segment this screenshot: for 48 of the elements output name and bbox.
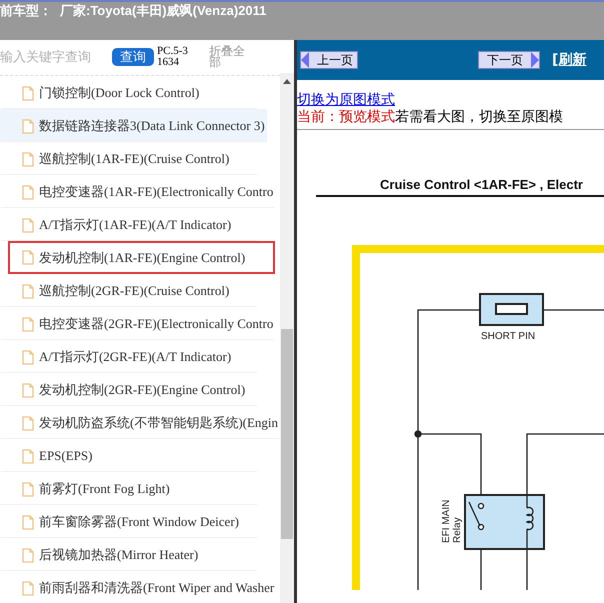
relay-type: Relay bbox=[452, 517, 463, 543]
tree-item[interactable]: A/T指示灯(1AR-FE)(A/T Indicator) bbox=[0, 208, 258, 241]
document-icon bbox=[22, 316, 34, 332]
tree-item[interactable]: 发动机控制(2GR-FE)(Engine Control) bbox=[0, 373, 258, 406]
tree-item[interactable]: EPS(EPS) bbox=[0, 439, 258, 472]
tree-item[interactable]: A/T指示灯(2GR-FE)(A/T Indicator) bbox=[0, 340, 258, 373]
document-icon bbox=[22, 184, 34, 200]
document-icon bbox=[22, 580, 34, 596]
document-icon bbox=[22, 118, 34, 134]
tree-item[interactable]: 前雾灯(Front Fog Light) bbox=[0, 472, 258, 505]
document-icon bbox=[22, 482, 34, 496]
original-mode-link[interactable]: 切换为原图模式 bbox=[297, 92, 395, 109]
tree-item[interactable]: 数据链路连接器3(Data Link Connector 3) bbox=[0, 109, 267, 142]
tree-item[interactable]: 发动机防盗系统(不带智能钥匙系统)(Engin bbox=[0, 406, 280, 439]
document-icon bbox=[22, 514, 34, 530]
document-icon bbox=[22, 152, 34, 166]
tree-item[interactable]: 发动机控制(1AR-FE)(Engine Control) bbox=[8, 241, 275, 274]
document-icon bbox=[22, 448, 34, 464]
document-icon bbox=[22, 86, 34, 100]
document-icon bbox=[22, 218, 34, 232]
tree-item[interactable]: 前雨刮器和清洗器(Front Wiper and Washer bbox=[0, 571, 276, 603]
search-button[interactable]: 查询 bbox=[112, 48, 154, 66]
car-model-label: 前车型： bbox=[0, 2, 52, 20]
current-mode-label: 当前：预览模式 bbox=[297, 110, 395, 125]
tree-item[interactable]: 巡航控制(2GR-FE)(Cruise Control) bbox=[0, 274, 258, 307]
document-icon bbox=[22, 416, 34, 430]
document-icon bbox=[22, 284, 34, 298]
document-icon bbox=[22, 250, 34, 265]
document-icon bbox=[22, 382, 34, 398]
document-icon bbox=[22, 350, 34, 364]
previous-page-button[interactable]: 上一页 bbox=[300, 51, 358, 69]
fuse-label: SHORT PIN bbox=[481, 331, 536, 342]
tree-item[interactable]: 巡航控制(1AR-FE)(Cruise Control) bbox=[0, 142, 258, 175]
tree-item[interactable]: 后视镜加热器(Mirror Heater) bbox=[0, 538, 258, 571]
scrollbar-thumb[interactable] bbox=[281, 329, 293, 539]
tree-item[interactable]: 电控变速器(2GR-FE)(Electronically Contro bbox=[0, 307, 276, 340]
tree-item[interactable]: 电控变速器(1AR-FE)(Electronically Contro bbox=[0, 175, 276, 208]
refresh-link[interactable]: [刷新 bbox=[552, 51, 586, 69]
tree-item[interactable]: 前车窗除雾器(Front Window Deicer) bbox=[0, 505, 258, 538]
diagram-title: Cruise Control <1AR-FE> , Electr bbox=[380, 177, 583, 192]
document-icon bbox=[22, 548, 34, 562]
scrollbar[interactable] bbox=[280, 73, 294, 603]
mode-hint-text: 若需看大图，切换至原图模 bbox=[395, 110, 563, 125]
next-page-button[interactable]: 下一页 bbox=[478, 51, 540, 69]
relay-name: EFI MAIN bbox=[441, 500, 452, 543]
version-code: PC.5-31634 bbox=[157, 46, 189, 68]
search-field[interactable]: 输入关键字查询 bbox=[0, 49, 106, 64]
car-model-value: 厂家:Toyota(丰田)威飒(Venza)2011 bbox=[60, 2, 266, 20]
